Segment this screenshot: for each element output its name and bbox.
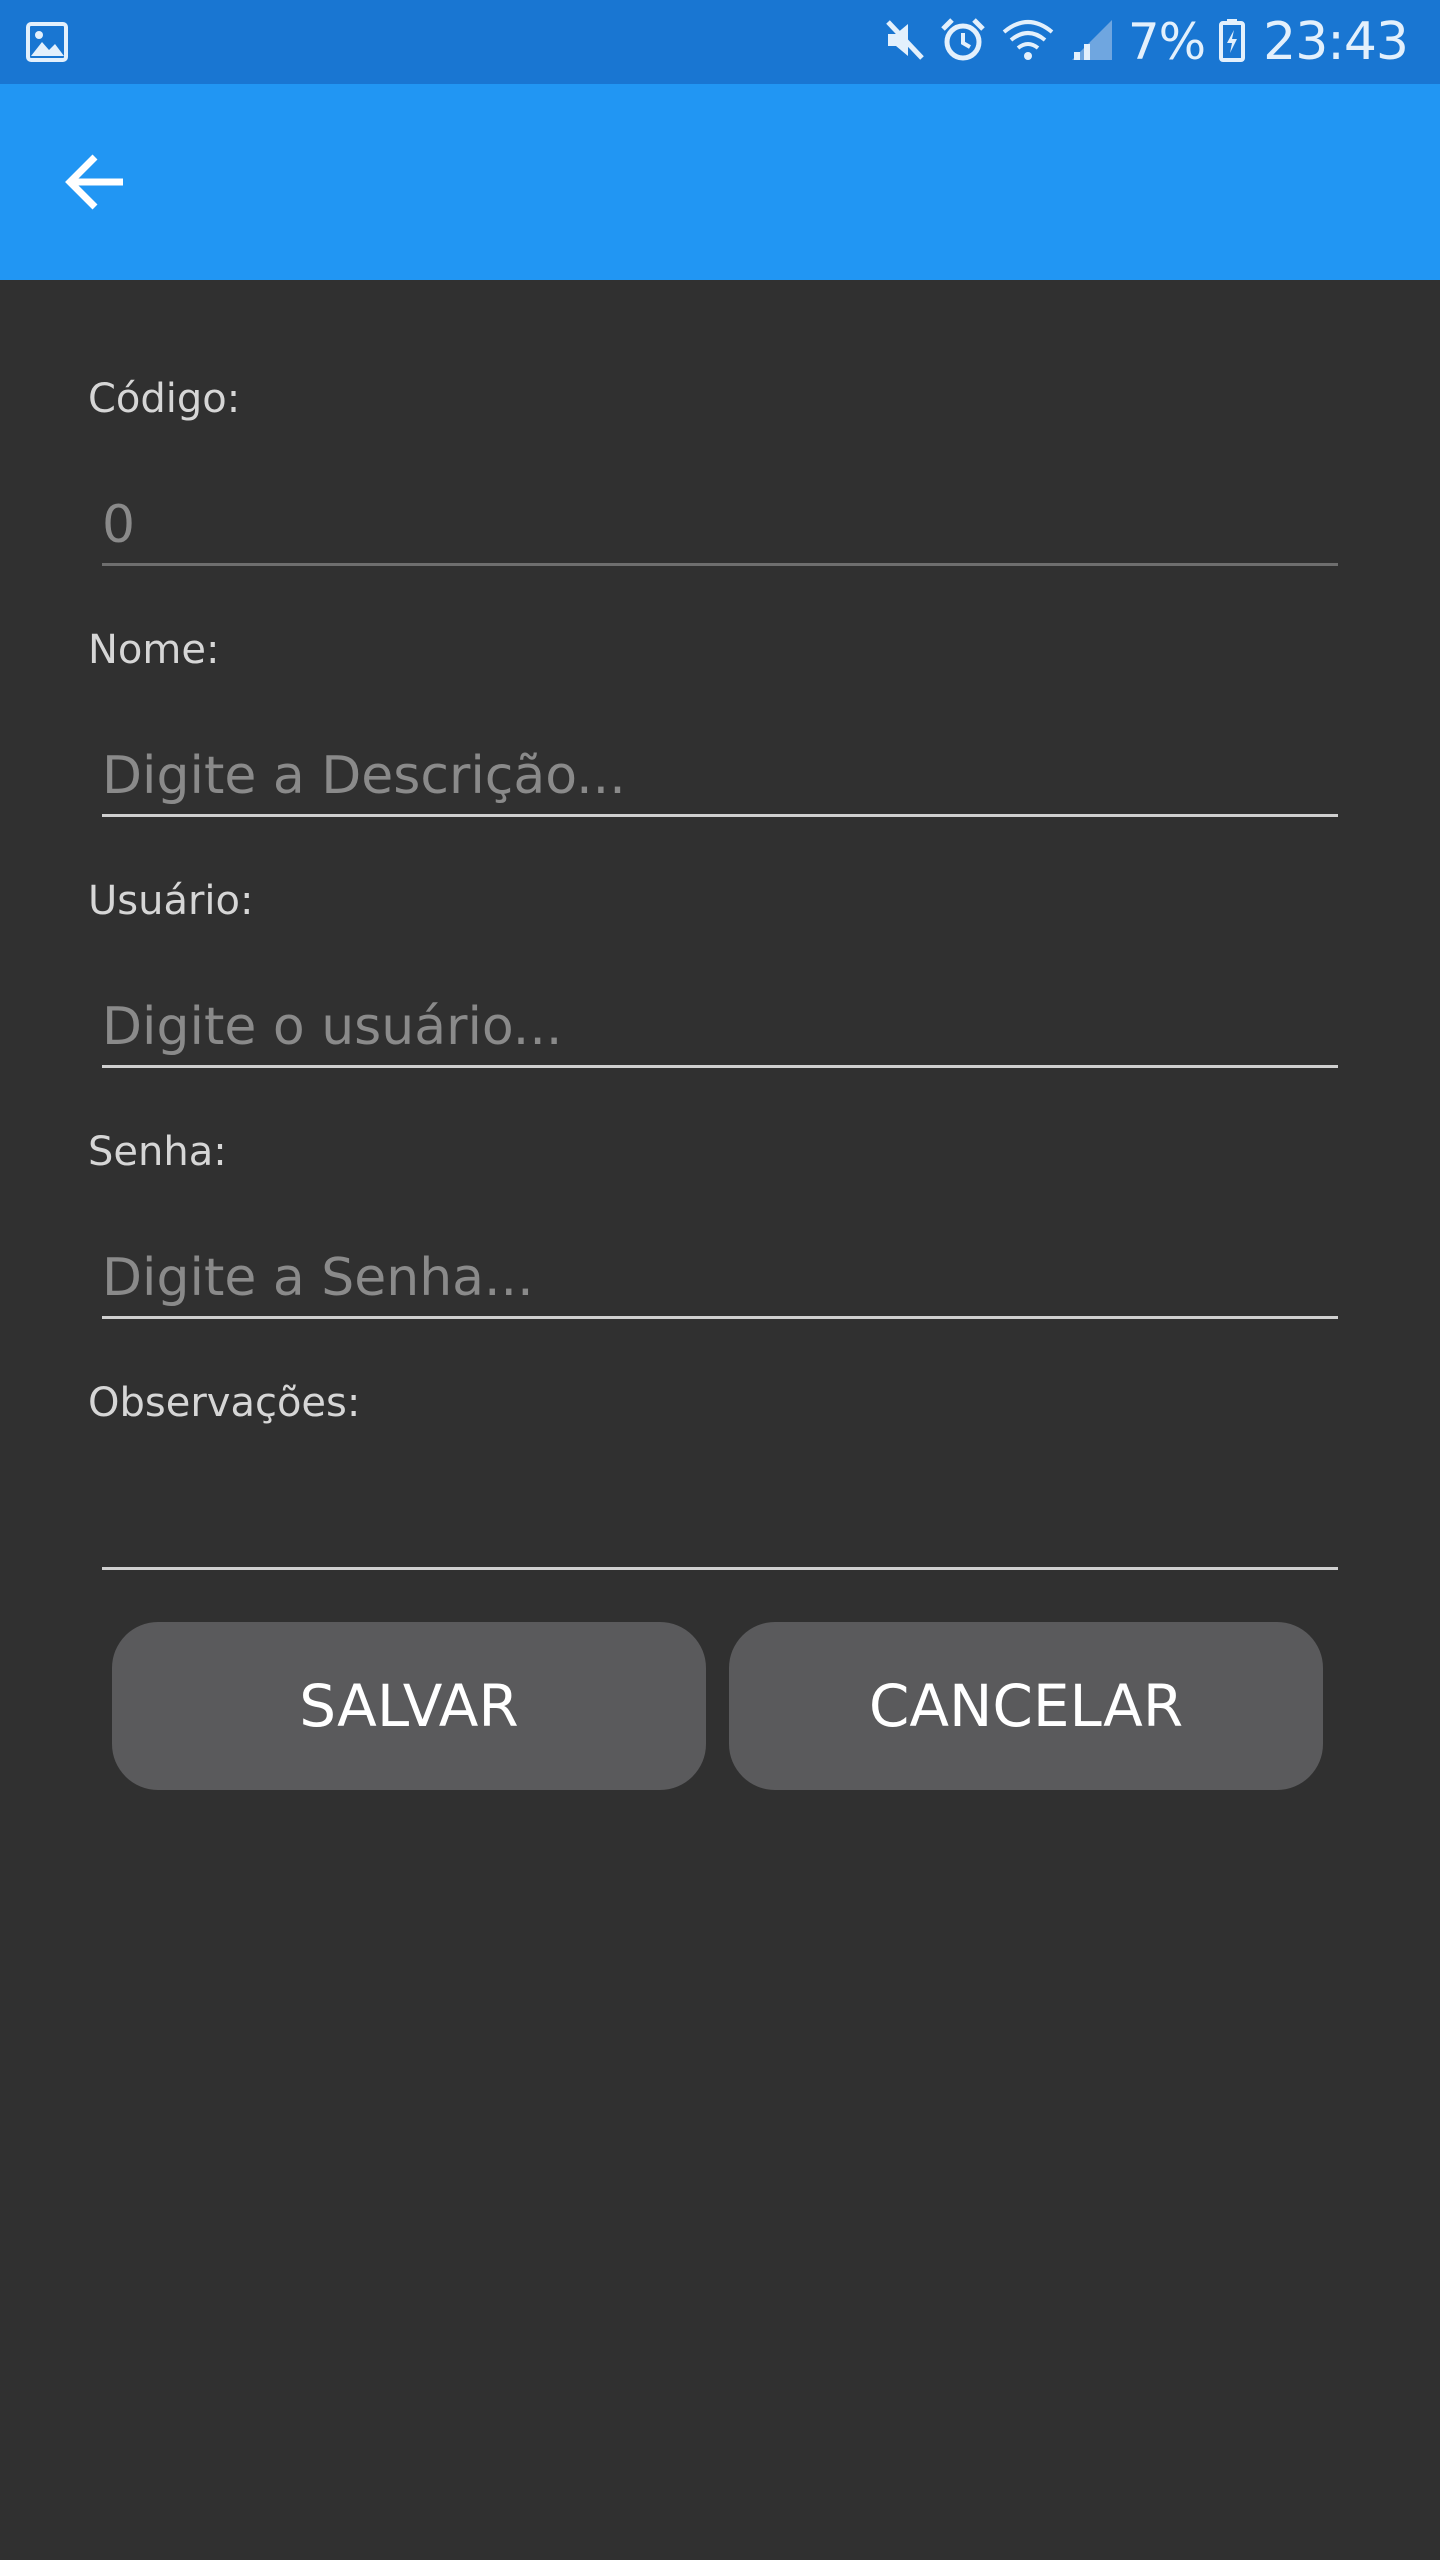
usuario-field[interactable] <box>102 988 1338 1068</box>
alarm-icon <box>940 17 986 67</box>
observacoes-label: Observações: <box>88 1380 361 1426</box>
wifi-icon <box>1000 18 1056 66</box>
cancel-button[interactable]: CANCELAR <box>729 1622 1323 1790</box>
mute-icon <box>884 18 926 66</box>
nome-field[interactable] <box>102 737 1338 817</box>
signal-icon <box>1070 18 1114 66</box>
battery-icon <box>1219 18 1246 66</box>
arrow-left-icon <box>65 154 123 210</box>
battery-percent: 7% <box>1127 13 1206 71</box>
status-icons: 7% 23:43 <box>884 0 1409 84</box>
codigo-field[interactable] <box>102 486 1338 566</box>
status-bar: 7% 23:43 <box>0 0 1440 84</box>
save-button[interactable]: SALVAR <box>112 1622 706 1790</box>
usuario-label: Usuário: <box>88 878 254 924</box>
app-bar <box>0 84 1440 280</box>
nome-label: Nome: <box>88 627 220 673</box>
senha-field[interactable] <box>102 1239 1338 1319</box>
senha-label: Senha: <box>88 1129 227 1175</box>
back-button[interactable] <box>52 144 138 220</box>
observacoes-field[interactable] <box>102 1490 1338 1570</box>
gallery-icon <box>26 22 68 66</box>
clock: 23:43 <box>1263 12 1409 72</box>
codigo-label: Código: <box>88 376 241 422</box>
